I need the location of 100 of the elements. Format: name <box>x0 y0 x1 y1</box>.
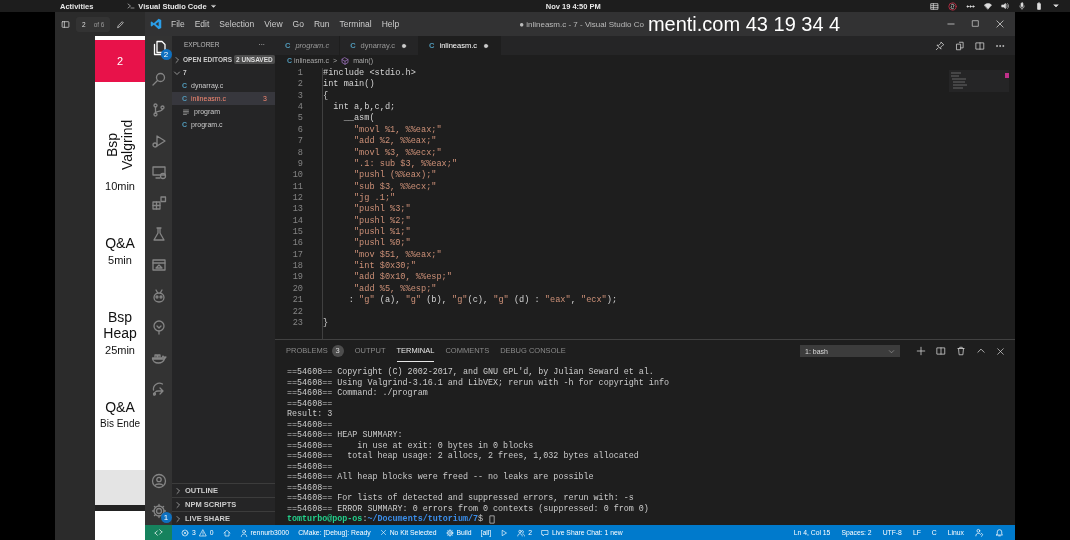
code-line: "pushl %3;" <box>352 204 412 216</box>
code-line: "jg .1;" <box>352 192 397 204</box>
line-number: 1 <box>296 68 303 80</box>
terminal-line: ==54608== <box>287 419 334 430</box>
code-line: "mov $51, %%eax;" <box>352 249 443 261</box>
menu-item[interactable]: Help <box>381 19 400 29</box>
menu-item[interactable]: Go <box>292 19 304 29</box>
battery-icon[interactable] <box>1035 2 1043 10</box>
compare-icon[interactable] <box>955 40 965 51</box>
menu-item[interactable]: Edit <box>194 19 210 29</box>
microphone-icon[interactable] <box>1018 2 1026 10</box>
bell-icon[interactable] <box>995 528 1004 537</box>
window-icon[interactable] <box>930 1 939 11</box>
menu-item[interactable]: Selection <box>219 19 255 29</box>
code-line: "movl %3, %%ecx;" <box>352 147 443 159</box>
cursor-icon <box>488 514 498 524</box>
badge-count: 2 <box>160 49 172 60</box>
chevron-up-icon[interactable] <box>976 346 986 356</box>
line-number: 10 <box>291 170 303 182</box>
play-icon[interactable] <box>500 528 509 537</box>
line-number: 14 <box>291 215 303 228</box>
app-logo <box>150 18 162 30</box>
pin-icon[interactable] <box>935 40 945 51</box>
slide-duration: 10min <box>105 180 135 193</box>
home-icon[interactable] <box>222 528 231 537</box>
caret-icon[interactable] <box>1052 2 1060 10</box>
terminal-line: ==54608== All heap blocks were freed -- no leaks are possible <box>287 472 595 483</box>
menu-item[interactable]: File <box>171 19 185 29</box>
line-number: 5 <box>296 113 303 125</box>
code-line: int a,b,c,d; <box>332 102 397 113</box>
code-line: "add %5, %%esp;" <box>352 283 438 295</box>
code-line: : "g" (a), "g" (b), "g"(c), "g" (d) : "eax", "ecx"); <box>347 295 618 307</box>
gear-icon[interactable] <box>150 503 167 519</box>
source-control-icon[interactable] <box>150 102 167 118</box>
line-number: 23 <box>291 317 303 330</box>
line-number: 13 <box>291 204 303 216</box>
code-line: ".1: sub $3, %%eax;" <box>352 158 459 170</box>
line-number: 9 <box>296 158 303 171</box>
terminal-line: ==54608== Command: ./program <box>287 388 429 399</box>
wifi-icon[interactable] <box>984 2 992 10</box>
split-editor-icon[interactable] <box>975 40 985 51</box>
line-number: 3 <box>296 90 303 103</box>
tree-icon[interactable] <box>150 319 167 335</box>
extensions-icon[interactable] <box>150 195 167 211</box>
run-icon[interactable] <box>150 133 167 149</box>
menu-item[interactable]: Run <box>313 19 330 29</box>
terminal-prompt: tomturbo@pop-os:~/Documents/tutorium/7$ <box>287 514 485 525</box>
line-number: 7 <box>296 136 303 148</box>
plus-icon[interactable] <box>916 346 926 356</box>
line-number: 16 <box>291 238 303 250</box>
menu-item[interactable]: Terminal <box>339 19 372 29</box>
alien-icon[interactable] <box>150 288 167 304</box>
people-icon <box>517 528 526 537</box>
error-icon <box>181 528 189 537</box>
line-number: 20 <box>291 283 303 296</box>
terminal-line: Result: 3 <box>287 409 334 420</box>
preview-icon[interactable] <box>150 257 167 273</box>
split-terminal-icon[interactable] <box>936 346 946 356</box>
code-line: "add %2, %%eax;" <box>352 136 438 148</box>
chevron-icon <box>888 347 895 355</box>
terminal-line: ==54608== total heap usage: 2 allocs, 2 frees, 1,032 bytes allocated <box>287 451 640 462</box>
line-number: 11 <box>291 181 303 193</box>
terminal-line: ==54608== <box>287 482 334 493</box>
feedback-icon[interactable] <box>975 528 984 537</box>
record-icon[interactable] <box>948 1 957 11</box>
slide-title: Bsp Valgrind <box>104 119 136 173</box>
menu-item[interactable]: View <box>264 19 283 29</box>
trash-icon[interactable] <box>956 346 966 356</box>
pen-icon[interactable] <box>116 19 126 29</box>
terminal-line: ==54608== ERROR SUMMARY: 0 errors from 0 contexts (suppressed: 0 from 0) <box>287 503 650 514</box>
line-number: 17 <box>291 249 303 262</box>
method-icon <box>341 56 350 65</box>
search-icon[interactable] <box>150 71 167 87</box>
maximize-icon[interactable] <box>971 19 980 28</box>
volume-icon[interactable] <box>1001 2 1009 10</box>
code-line: "movl %1, %%eax;" <box>352 124 443 136</box>
remote-icon[interactable] <box>150 164 167 180</box>
slide-title: Bsp Heap <box>102 308 138 341</box>
sidebar-icon[interactable] <box>61 19 70 29</box>
terminal-icon <box>127 2 136 10</box>
code-line: int main() <box>323 79 376 91</box>
code-line: "pushl %2;" <box>352 215 412 227</box>
terminal-line: ==54608== For lists of detected and suppressed errors, rerun with: -s <box>287 493 635 504</box>
person-icon <box>239 528 248 537</box>
terminal-line: ==54608== <box>287 398 334 409</box>
slide-duration: 25min <box>105 343 135 356</box>
close-icon[interactable] <box>996 346 1005 356</box>
slide-title: Q&A <box>105 398 135 415</box>
terminal-line: ==54608== HEAP SUMMARY: <box>287 430 404 441</box>
line-number: 18 <box>291 261 303 273</box>
close-icon[interactable] <box>995 19 1005 29</box>
account-icon[interactable] <box>150 473 167 489</box>
code-line: { <box>323 90 330 103</box>
file-lines-icon <box>182 107 190 116</box>
line-number: 4 <box>296 102 303 114</box>
line-number: 15 <box>291 227 303 239</box>
terminal-line: ==54608== <box>287 461 334 472</box>
overlay-text: menti.com 43 19 34 4 <box>647 12 841 36</box>
window-title: ● inlineasm.c - 7 - Visual Studio Co <box>519 19 644 29</box>
warning-icon <box>198 528 207 537</box>
